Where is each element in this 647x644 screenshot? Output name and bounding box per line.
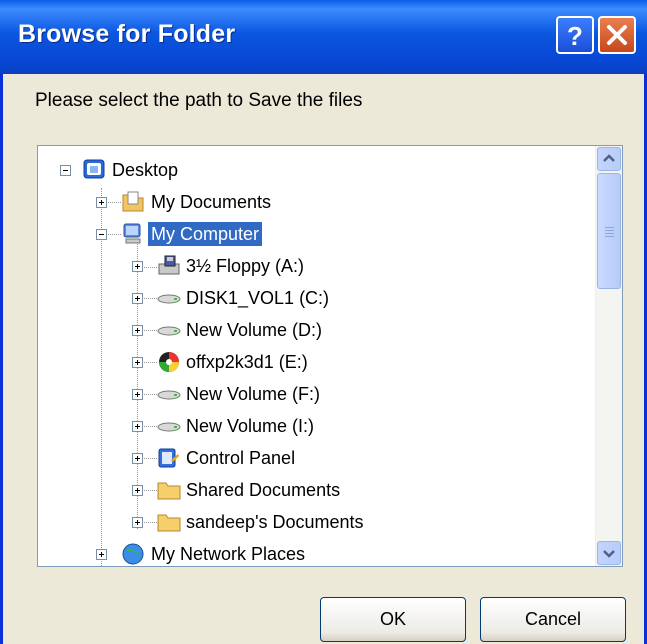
- tree-item-label: Shared Documents: [186, 480, 341, 500]
- floppy-drive-icon: [158, 255, 180, 275]
- expand-toggle[interactable]: [132, 293, 143, 304]
- help-button[interactable]: ?: [556, 16, 594, 54]
- expand-toggle[interactable]: [132, 389, 143, 400]
- tree-item-label: New Volume (I:): [186, 416, 315, 436]
- vertical-scrollbar[interactable]: [595, 146, 622, 566]
- tree-content: Desktop My Documents My Computer 3½ Flop…: [38, 146, 595, 566]
- tree-item-label: Desktop: [112, 160, 179, 180]
- thumb-grip: [605, 227, 614, 228]
- tree-item-label: My Computer: [148, 222, 263, 246]
- tree-connector: [101, 188, 102, 566]
- folder-icon: [157, 482, 181, 500]
- scroll-thumb[interactable]: [597, 173, 621, 289]
- expand-toggle[interactable]: [96, 549, 107, 560]
- collapse-toggle[interactable]: [96, 229, 107, 240]
- cancel-button[interactable]: Cancel: [480, 597, 626, 642]
- expand-toggle[interactable]: [132, 261, 143, 272]
- tree-item-label: offxp2k3d1 (E:): [186, 352, 308, 372]
- title-bar[interactable]: Browse for Folder ?: [0, 0, 647, 74]
- tree-item-label: My Documents: [151, 192, 272, 212]
- scroll-down-button[interactable]: [597, 541, 621, 565]
- my-computer-icon: [123, 223, 141, 244]
- question-mark-icon: ?: [567, 21, 583, 51]
- expand-toggle[interactable]: [132, 517, 143, 528]
- expand-toggle[interactable]: [132, 357, 143, 368]
- hard-drive-icon: [157, 326, 181, 336]
- my-documents-icon: [122, 191, 144, 212]
- cd-drive-icon: [159, 352, 179, 372]
- close-button[interactable]: [598, 16, 636, 54]
- tree-item-label: New Volume (D:): [186, 320, 323, 340]
- tree-item-label: Control Panel: [186, 448, 296, 468]
- instruction-text: Please select the path to Save the files: [35, 90, 363, 111]
- expand-toggle[interactable]: [132, 421, 143, 432]
- chevron-down-icon: [603, 550, 615, 558]
- tree-item-label: New Volume (F:): [186, 384, 321, 404]
- scroll-up-button[interactable]: [597, 147, 621, 171]
- tree-item-label: DISK1_VOL1 (C:): [186, 288, 330, 308]
- network-places-icon: [122, 543, 144, 565]
- tree-item-label: My Network Places: [151, 544, 306, 564]
- thumb-grip: [605, 233, 614, 234]
- expand-toggle[interactable]: [96, 197, 107, 208]
- hard-drive-icon: [157, 390, 181, 400]
- control-panel-icon: [158, 448, 179, 468]
- tree-item-label: sandeep's Documents: [186, 512, 364, 532]
- close-icon: [607, 25, 627, 45]
- expand-toggle[interactable]: [132, 453, 143, 464]
- svg-text:?: ?: [567, 21, 583, 51]
- folder-tree-view[interactable]: Desktop My Documents My Computer 3½ Flop…: [37, 145, 623, 567]
- hard-drive-icon: [157, 422, 181, 432]
- expand-toggle[interactable]: [132, 325, 143, 336]
- hard-drive-icon: [157, 294, 181, 304]
- chevron-up-icon: [603, 154, 615, 162]
- ok-button[interactable]: OK: [320, 597, 466, 642]
- expand-toggle[interactable]: [132, 485, 143, 496]
- window-title: Browse for Folder: [18, 20, 236, 48]
- tree-item-label: 3½ Floppy (A:): [186, 256, 305, 276]
- thumb-grip: [605, 230, 614, 231]
- desktop-icon: [83, 159, 105, 179]
- collapse-toggle[interactable]: [60, 165, 71, 176]
- browse-for-folder-dialog: Browse for Folder ? Please select the pa…: [0, 0, 647, 644]
- folder-icon: [157, 514, 181, 532]
- thumb-grip: [605, 236, 614, 237]
